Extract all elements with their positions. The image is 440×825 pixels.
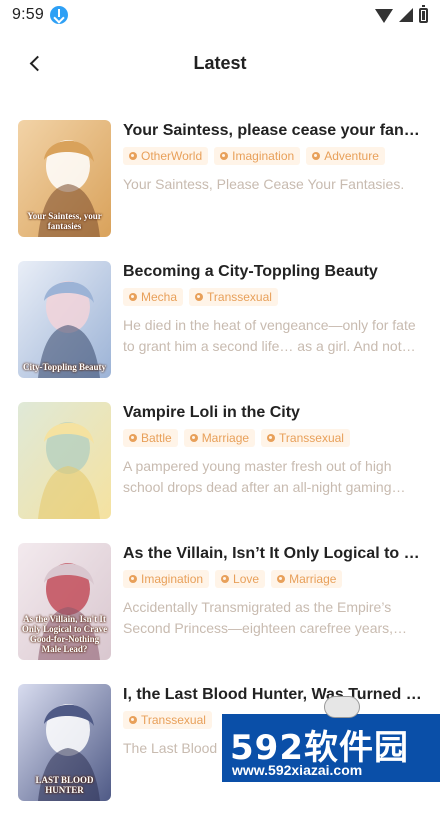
book-tags: Imagination Love Marriage [123, 570, 423, 588]
genre-tag-label: Transsexual [207, 290, 272, 304]
signal-icon [399, 8, 413, 22]
back-button[interactable] [22, 50, 48, 76]
status-time: 9:59 [12, 6, 44, 24]
genre-tag-label: Transsexual [279, 431, 344, 445]
battery-icon [419, 8, 428, 23]
book-list-item[interactable]: As the Villain, Isn't It Only Logical to… [0, 543, 440, 684]
tag-icon [129, 152, 137, 160]
book-info: Vampire Loli in the City Battle Marriage Tr… [123, 402, 423, 543]
book-list-item[interactable]: Vampire Loli in the City Battle Marriage Tr… [0, 402, 440, 543]
watermark-url: www.592xiazai.com [232, 762, 362, 778]
genre-tag-label: Transsexual [141, 713, 206, 727]
book-info: As the Villain, Isn’t It Only Logical to… [123, 543, 423, 684]
tag-icon [312, 152, 320, 160]
tag-icon [190, 434, 198, 442]
genre-tag[interactable]: Marriage [271, 570, 342, 588]
genre-tag-label: Love [233, 572, 259, 586]
genre-tag-label: Imagination [141, 572, 203, 586]
book-title[interactable]: Vampire Loli in the City [123, 403, 423, 423]
genre-tag-label: Marriage [202, 431, 249, 445]
book-title[interactable]: Becoming a City-Toppling Beauty [123, 262, 423, 282]
book-title[interactable]: I, the Last Blood Hunter, Was Turned int… [123, 685, 423, 705]
book-cover-image[interactable]: As the Villain, Isn't It Only Logical to… [18, 543, 111, 660]
genre-tag-label: Imagination [232, 149, 294, 163]
genre-tag-label: Marriage [289, 572, 336, 586]
book-info: Your Saintess, please cease your fantasi… [123, 120, 423, 261]
book-cover-title-art: As the Villain, Isn't It Only Logical to… [21, 614, 108, 654]
book-cover-title-art: City-Toppling Beauty [21, 362, 108, 372]
book-info: Becoming a City-Toppling Beauty Mecha Tran… [123, 261, 423, 402]
genre-tag[interactable]: OtherWorld [123, 147, 208, 165]
book-cover-title-art: Your Saintess, your fantasies [21, 211, 108, 231]
book-list-item[interactable]: City-Toppling Beauty Becoming a City-Topp… [0, 261, 440, 402]
book-cover-image[interactable]: City-Toppling Beauty [18, 261, 111, 378]
book-description: Your Saintess, Please Cease Your Fantasi… [123, 174, 423, 195]
watermark-banner: 592软件园 www.592xiazai.com [222, 714, 440, 782]
tag-icon [195, 293, 203, 301]
genre-tag-label: Adventure [324, 149, 379, 163]
tag-icon [129, 293, 137, 301]
book-cover-image[interactable]: Your Saintess, your fantasies [18, 120, 111, 237]
genre-tag[interactable]: Transsexual [123, 711, 212, 729]
book-tags: OtherWorld Imagination Adventure [123, 147, 423, 165]
genre-tag[interactable]: Marriage [184, 429, 255, 447]
app-header: Latest [0, 38, 440, 88]
gamepad-icon [324, 696, 360, 718]
tag-icon [129, 716, 137, 724]
genre-tag-label: Mecha [141, 290, 177, 304]
genre-tag-label: OtherWorld [141, 149, 202, 163]
book-list-item[interactable]: Your Saintess, your fantasies Your Sainte… [0, 120, 440, 261]
genre-tag[interactable]: Transsexual [189, 288, 278, 306]
book-tags: Battle Marriage Transsexual [123, 429, 423, 447]
wifi-icon [375, 9, 393, 23]
genre-tag[interactable]: Imagination [123, 570, 209, 588]
book-cover-image[interactable]: LAST BLOOD HUNTER [18, 684, 111, 801]
tag-icon [267, 434, 275, 442]
download-icon [50, 6, 68, 24]
tag-icon [220, 152, 228, 160]
status-indicators [375, 7, 428, 23]
book-cover-title-art: LAST BLOOD HUNTER [21, 775, 108, 795]
book-tags: Mecha Transsexual [123, 288, 423, 306]
book-cover-image[interactable] [18, 402, 111, 519]
status-bar: 9:59 [0, 0, 440, 30]
genre-tag[interactable]: Imagination [214, 147, 300, 165]
tag-icon [129, 575, 137, 583]
page-title: Latest [193, 53, 246, 74]
genre-tag[interactable]: Love [215, 570, 265, 588]
book-description: He died in the heat of vengeance—only fo… [123, 315, 423, 357]
chevron-left-icon [29, 55, 45, 71]
book-title[interactable]: Your Saintess, please cease your fantasi… [123, 121, 423, 141]
genre-tag-label: Battle [141, 431, 172, 445]
tag-icon [221, 575, 229, 583]
genre-tag[interactable]: Battle [123, 429, 178, 447]
genre-tag[interactable]: Adventure [306, 147, 385, 165]
tag-icon [277, 575, 285, 583]
genre-tag[interactable]: Transsexual [261, 429, 350, 447]
book-description: A pampered young master fresh out of hig… [123, 456, 423, 498]
tag-icon [129, 434, 137, 442]
book-title[interactable]: As the Villain, Isn’t It Only Logical to… [123, 544, 423, 564]
genre-tag[interactable]: Mecha [123, 288, 183, 306]
book-description: Accidentally Transmigrated as the Empire… [123, 597, 423, 639]
